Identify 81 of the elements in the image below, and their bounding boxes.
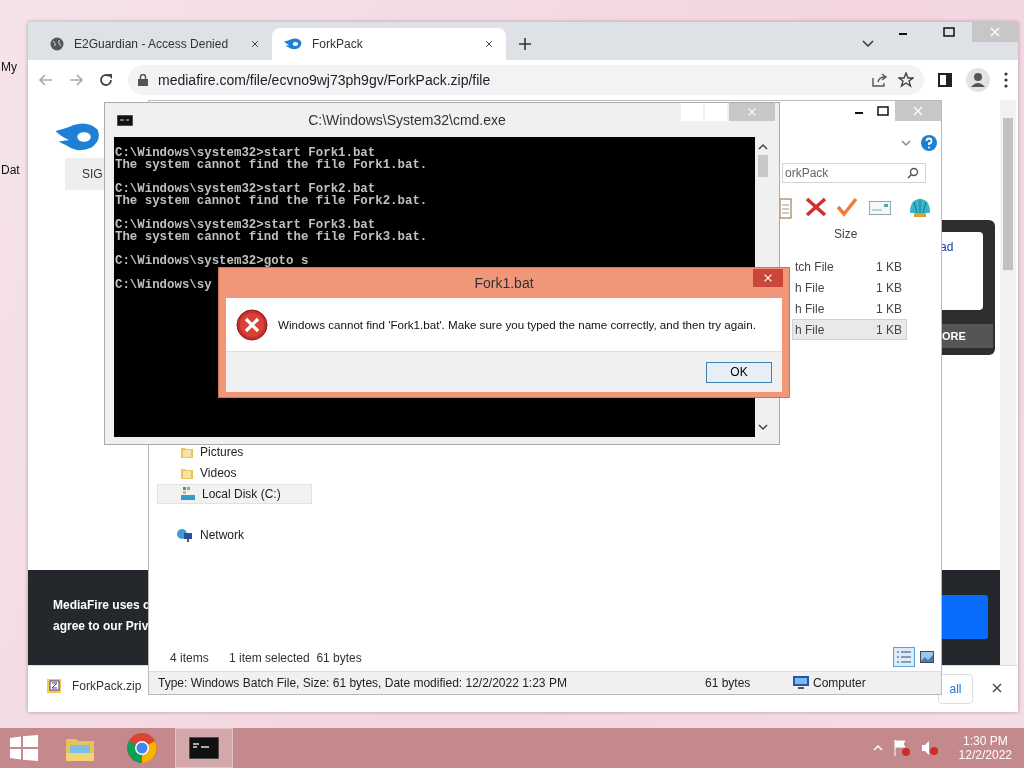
location-label: Computer bbox=[813, 676, 866, 690]
dialog-title: Fork1.bat bbox=[474, 275, 534, 291]
console-line: C:\Windows\system32>goto s bbox=[115, 255, 309, 267]
menu-icon[interactable] bbox=[1004, 72, 1008, 88]
back-icon[interactable] bbox=[38, 72, 54, 88]
shell-icon[interactable] bbox=[908, 197, 932, 219]
file-details: Type: Windows Batch File, Size: 61 bytes, Date modified: 12/2/2022 1:23 PM bbox=[158, 676, 568, 690]
flame-logo-icon bbox=[284, 38, 302, 50]
browser-logo-icon[interactable] bbox=[126, 732, 158, 764]
console-line: The system cannot find the file Fork1.bat. bbox=[115, 159, 428, 171]
thumbnail-view-icon[interactable] bbox=[920, 651, 934, 663]
close-icon[interactable] bbox=[250, 39, 260, 49]
flag-icon[interactable] bbox=[892, 739, 911, 757]
browser-tab[interactable]: E2Guardian - Access Denied bbox=[38, 28, 272, 60]
console-line: The system cannot find the file Fork2.bat. bbox=[115, 195, 428, 207]
error-message: Windows cannot find 'Fork1.bat'. Make sure you typed the name correctly, and then try again. bbox=[278, 318, 756, 331]
speaker-icon[interactable] bbox=[920, 739, 939, 757]
accept-button[interactable] bbox=[940, 595, 988, 639]
clipboard-icon[interactable] bbox=[780, 197, 792, 219]
forward-icon[interactable] bbox=[68, 72, 84, 88]
show-all-button[interactable]: all bbox=[938, 674, 973, 704]
nav-item[interactable]: Pictures bbox=[157, 442, 312, 462]
chevron-up-icon[interactable] bbox=[872, 744, 883, 752]
globe-icon bbox=[50, 37, 64, 51]
close-icon[interactable] bbox=[990, 681, 1004, 695]
download-filename[interactable]: ForkPack.zip bbox=[72, 679, 142, 693]
computer-icon bbox=[793, 676, 809, 690]
console-line: C:\Windows\system32>start Fork2.bat bbox=[115, 183, 376, 195]
folder-icon bbox=[180, 445, 194, 459]
side-panel-icon[interactable] bbox=[938, 73, 952, 87]
profile-icon[interactable] bbox=[966, 68, 990, 92]
console-icon[interactable] bbox=[189, 737, 219, 759]
delete-icon[interactable] bbox=[805, 197, 827, 217]
file-row[interactable]: h File 1 KB bbox=[792, 277, 907, 298]
flame-logo-icon bbox=[55, 122, 101, 152]
close-button[interactable] bbox=[753, 269, 783, 287]
ok-button[interactable]: OK bbox=[706, 361, 772, 383]
start-icon[interactable] bbox=[10, 735, 38, 761]
network-icon bbox=[176, 528, 194, 542]
taskbar-app[interactable] bbox=[176, 729, 232, 767]
selection-info: 1 item selected 61 bytes bbox=[229, 651, 362, 665]
error-icon bbox=[236, 308, 268, 341]
browser-tab[interactable]: ForkPack bbox=[272, 28, 506, 60]
checkmark-icon[interactable] bbox=[836, 197, 858, 217]
drive-icon bbox=[180, 487, 196, 501]
lock-icon bbox=[138, 74, 148, 86]
file-row[interactable]: h File 1 KB bbox=[792, 319, 907, 340]
file-row[interactable]: h File 1 KB bbox=[792, 298, 907, 319]
nav-item[interactable]: Network bbox=[157, 525, 312, 545]
search-icon bbox=[907, 167, 919, 179]
desktop-icon-label[interactable]: Dat bbox=[1, 163, 20, 177]
nav-item[interactable]: Videos bbox=[157, 463, 312, 483]
tab-list-icon[interactable] bbox=[862, 40, 874, 48]
desktop-icon-label[interactable]: My bbox=[1, 60, 17, 74]
share-icon[interactable] bbox=[872, 73, 888, 87]
address-bar[interactable]: mediafire.com/file/ecvno9wj73ph9gv/ForkPack.zip/file bbox=[128, 65, 924, 95]
console-line: C:\Windows\system32>start Fork1.bat bbox=[115, 147, 376, 159]
file-row[interactable]: tch File 1 KB bbox=[792, 256, 907, 277]
folder-icon bbox=[180, 466, 194, 480]
nav-item[interactable]: Local Disk (C:) bbox=[157, 484, 312, 504]
reload-icon[interactable] bbox=[98, 72, 114, 88]
file-size: 61 bytes bbox=[705, 676, 752, 690]
scrollbar-thumb[interactable] bbox=[1003, 118, 1013, 270]
window-title: C:\Windows\System32\cmd.exe bbox=[307, 112, 507, 128]
details-view-icon[interactable] bbox=[893, 647, 915, 667]
envelope-icon[interactable] bbox=[869, 201, 891, 215]
console-line: The system cannot find the file Fork3.bat. bbox=[115, 231, 428, 243]
new-tab-icon[interactable] bbox=[518, 37, 532, 51]
sign-in-button[interactable]: SIG bbox=[65, 158, 104, 190]
close-icon[interactable] bbox=[484, 39, 494, 49]
dropdown-icon[interactable] bbox=[901, 139, 911, 147]
item-count: 4 items bbox=[170, 651, 209, 665]
column-header[interactable]: Size bbox=[834, 227, 858, 241]
console-icon bbox=[117, 114, 133, 126]
help-icon[interactable] bbox=[921, 135, 937, 151]
cookie-text: agree to our Priv bbox=[53, 619, 149, 633]
console-line: C:\Windows\system32>start Fork3.bat bbox=[115, 219, 376, 231]
console-line: C:\Windows\sy bbox=[115, 279, 212, 291]
zip-file-icon bbox=[46, 678, 62, 694]
star-icon[interactable] bbox=[898, 72, 914, 88]
search-field[interactable]: orkPack bbox=[782, 163, 926, 183]
